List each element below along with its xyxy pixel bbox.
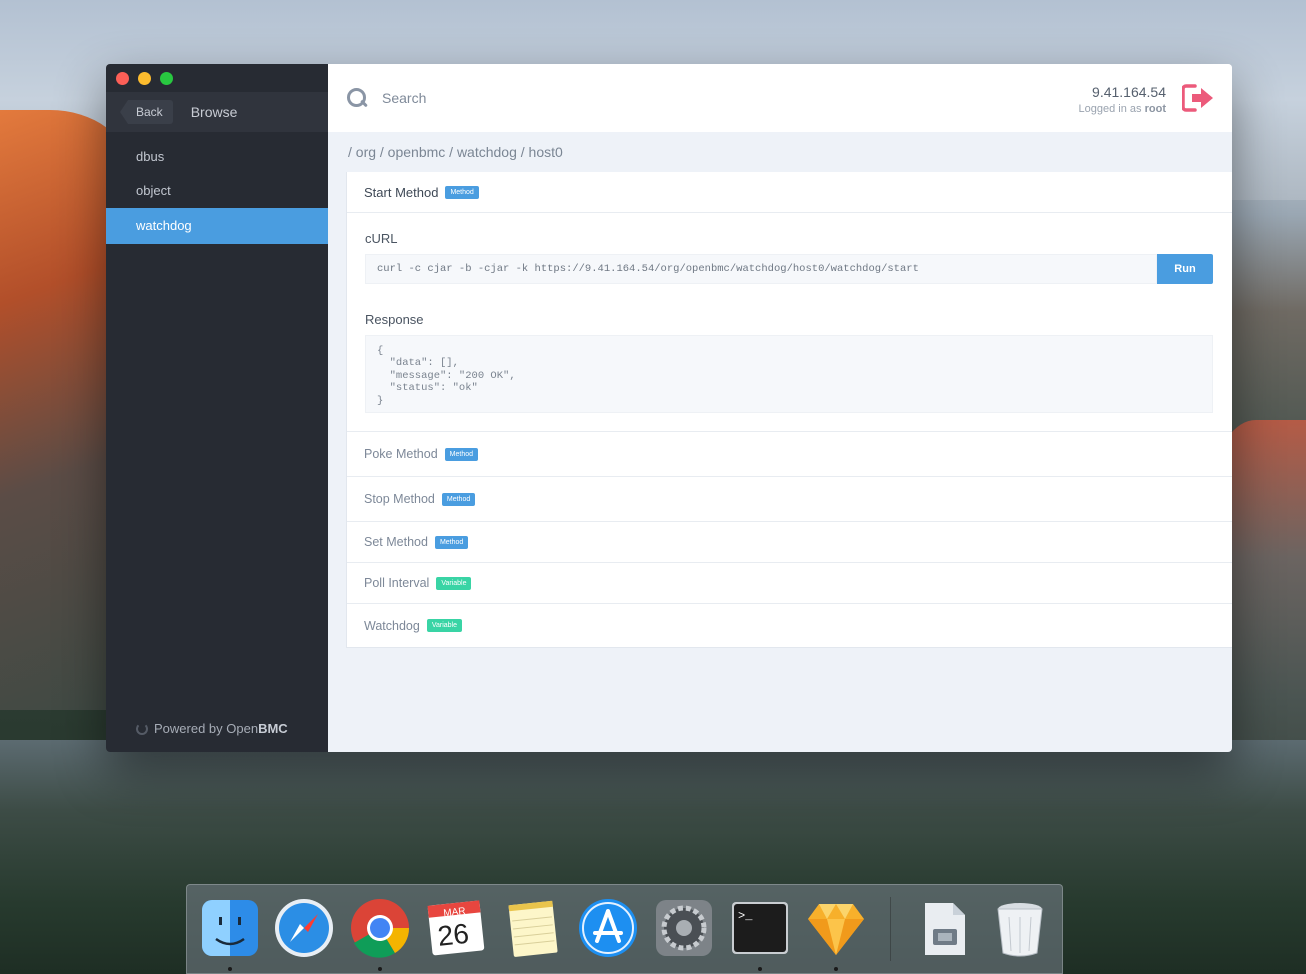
breadcrumb: / org / openbmc / watchdog / host0	[348, 144, 563, 160]
sidebar-nav: dbus object watchdog	[106, 140, 328, 244]
terminal-icon[interactable]: >_	[729, 897, 791, 959]
sketch-running-indicator	[834, 967, 838, 971]
app-store-icon[interactable]	[577, 897, 639, 959]
sidebar-item-watchdog[interactable]: watchdog	[106, 208, 328, 244]
variable-badge: Variable	[436, 576, 472, 590]
curl-row: curl -c cjar -b -cjar -k https://9.41.16…	[365, 254, 1213, 284]
dock-separator	[890, 897, 891, 961]
logged-in-label: Logged in as	[1078, 103, 1142, 115]
finder-icon[interactable]	[199, 897, 261, 959]
calendar-icon[interactable]: MAR 26	[425, 897, 487, 959]
main-content: 9.41.164.54 Logged in as root / org / op…	[328, 64, 1232, 752]
sidebar-title: Browse	[190, 104, 238, 120]
section-title: Stop Method	[364, 492, 435, 506]
openbmc-logo-icon	[136, 722, 148, 735]
sidebar-item-dbus[interactable]: dbus	[106, 140, 328, 174]
powered-by-brand: BMC	[258, 721, 288, 736]
method-badge: Method	[441, 492, 476, 506]
app-window: Back Browse dbus object watchdog Powered…	[106, 64, 1232, 752]
curl-label: cURL	[365, 231, 398, 246]
section-title: Poke Method	[364, 447, 438, 461]
host-info: 9.41.164.54 Logged in as root	[1079, 84, 1166, 115]
start-method-details: cURL curl -c cjar -b -cjar -k https://9.…	[347, 213, 1232, 432]
powered-by-text: Powered by Open	[154, 721, 259, 736]
methods-panel: Start Method Method cURL curl -c cjar -b…	[346, 172, 1232, 648]
method-badge: Method	[444, 447, 479, 461]
trash-icon[interactable]	[989, 897, 1051, 959]
section-start-method[interactable]: Start Method Method	[347, 172, 1232, 213]
sidebar-item-object[interactable]: object	[106, 174, 328, 208]
terminal-running-indicator	[758, 967, 762, 971]
search-input[interactable]	[382, 90, 782, 106]
logout-icon[interactable]	[1182, 84, 1214, 112]
close-window-button[interactable]	[116, 72, 129, 85]
safari-icon[interactable]	[273, 897, 335, 959]
powered-by-footer: Powered by OpenBMC	[136, 721, 288, 736]
method-badge: Method	[434, 535, 469, 549]
minimize-window-button[interactable]	[138, 72, 151, 85]
logged-in-status: Logged in as root	[1079, 103, 1166, 115]
section-title: Start Method	[364, 184, 439, 200]
search-icon[interactable]	[346, 87, 368, 109]
section-watchdog[interactable]: Watchdog Variable	[347, 604, 1232, 647]
dock: MAR 26 >_	[186, 884, 1063, 974]
curl-command-field[interactable]: curl -c cjar -b -cjar -k https://9.41.16…	[365, 254, 1157, 284]
run-button[interactable]: Run	[1157, 254, 1213, 284]
section-title: Set Method	[364, 535, 428, 549]
notes-icon[interactable]	[501, 897, 563, 959]
method-badge: Method	[445, 185, 479, 199]
response-output: { "data": [], "message": "200 OK", "stat…	[365, 335, 1213, 413]
system-preferences-icon[interactable]	[653, 897, 715, 959]
logged-in-user: root	[1144, 103, 1166, 115]
calendar-day: 26	[436, 918, 470, 952]
zoom-window-button[interactable]	[160, 72, 173, 85]
calendar-month: MAR	[443, 906, 466, 919]
section-set-method[interactable]: Set Method Method	[347, 522, 1232, 563]
sidebar-header: Back Browse	[106, 92, 328, 132]
sketch-icon[interactable]	[805, 897, 867, 959]
sidebar: Back Browse dbus object watchdog Powered…	[106, 64, 328, 752]
finder-running-indicator	[228, 967, 232, 971]
host-ip: 9.41.164.54	[1092, 84, 1166, 100]
top-bar: 9.41.164.54 Logged in as root	[328, 64, 1232, 132]
section-poke-method[interactable]: Poke Method Method	[347, 432, 1232, 477]
window-controls	[116, 72, 173, 85]
section-title: Poll Interval	[364, 576, 430, 590]
chrome-running-indicator	[378, 967, 382, 971]
section-stop-method[interactable]: Stop Method Method	[347, 477, 1232, 522]
downloads-folder-icon[interactable]	[913, 897, 975, 959]
chrome-icon[interactable]	[349, 897, 411, 959]
back-button[interactable]: Back	[120, 100, 173, 124]
section-poll-interval[interactable]: Poll Interval Variable	[347, 563, 1232, 604]
variable-badge: Variable	[426, 619, 462, 632]
response-label: Response	[365, 312, 424, 327]
terminal-prompt: >_	[738, 909, 753, 923]
section-title: Watchdog	[364, 618, 420, 633]
